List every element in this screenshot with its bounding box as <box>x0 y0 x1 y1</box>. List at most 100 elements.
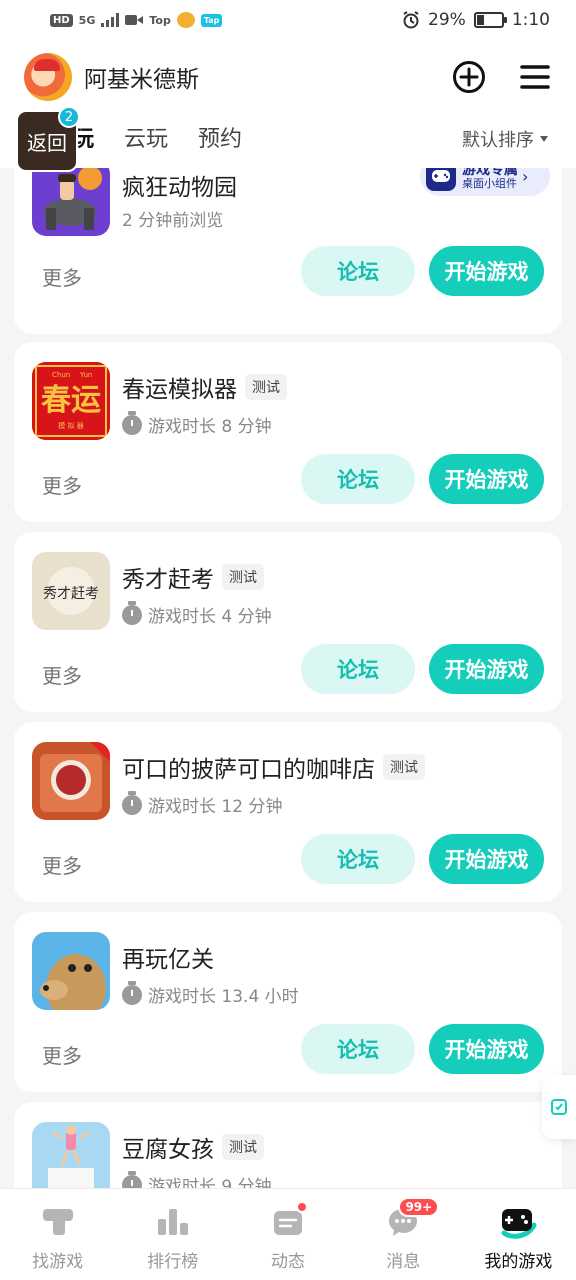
game-name[interactable]: 春运模拟器 <box>122 370 237 404</box>
game-name[interactable]: 可口的披萨可口的咖啡店 <box>122 750 375 784</box>
game-meta: 游戏时长 13.4 小时 <box>122 980 299 1007</box>
back-badge: 2 <box>58 106 80 128</box>
weibo-icon <box>176 12 195 28</box>
timer-icon <box>122 600 142 625</box>
desktop-widget-banner[interactable]: 游戏专属 桌面小组件 › <box>420 168 550 196</box>
widget-subtitle: 桌面小组件 <box>462 176 517 190</box>
battery-percent: 29% <box>428 10 466 30</box>
nav-label: 消息 <box>386 1252 421 1272</box>
game-icon-xiucai[interactable]: 秀才赶考 <box>32 552 110 630</box>
avatar[interactable] <box>24 53 72 101</box>
notification-dot <box>296 1201 308 1213</box>
game-card: 再玩亿关 游戏时长 13.4 小时 更多 论坛 开始游戏 <box>14 912 562 1092</box>
game-name[interactable]: 豆腐女孩 <box>122 1130 214 1164</box>
icon-sub-left: Chun <box>52 371 70 379</box>
icon-text: 秀才赶考 <box>43 586 99 602</box>
taptap-icon: Tap <box>200 13 223 27</box>
nav-feed[interactable]: 动态 <box>230 1189 345 1280</box>
icon-sub-right: Yun <box>79 371 92 379</box>
start-game-button[interactable]: 开始游戏 <box>429 644 544 694</box>
more-button[interactable]: 更多 <box>42 470 82 499</box>
message-badge: 99+ <box>398 1197 440 1217</box>
timer-icon <box>122 1170 142 1188</box>
forum-button[interactable]: 论坛 <box>301 454 415 504</box>
nav-find-game[interactable]: 找游戏 <box>0 1189 115 1280</box>
game-title: 秀才赶考 测试 <box>122 560 264 594</box>
tab-reserve[interactable]: 预约 <box>198 121 242 153</box>
forum-button[interactable]: 论坛 <box>301 834 415 884</box>
nav-messages[interactable]: 99+ 消息 <box>346 1189 461 1280</box>
message-icon: 99+ <box>383 1197 440 1241</box>
add-icon[interactable] <box>452 60 486 94</box>
side-float-button[interactable] <box>542 1075 576 1139</box>
test-tag: 测试 <box>245 374 287 400</box>
game-icon-zaiwan[interactable] <box>32 932 110 1010</box>
signal-icon <box>101 13 120 27</box>
game-meta: 游戏时长 4 分钟 <box>122 600 272 627</box>
back-label: 返回 <box>27 130 67 155</box>
game-title: 再玩亿关 <box>122 940 214 974</box>
play-time: 游戏时长 13.4 小时 <box>148 987 299 1007</box>
icon-text: 春运 <box>41 383 101 418</box>
timer-icon <box>122 410 142 435</box>
nav-label: 我的游戏 <box>484 1252 553 1272</box>
chevron-right-icon: › <box>522 168 529 186</box>
game-name[interactable]: 疯狂动物园 <box>122 168 237 202</box>
game-icon-spring-festival[interactable]: Chun Yun 春运 模 拟 器 <box>32 362 110 440</box>
game-name[interactable]: 再玩亿关 <box>122 940 214 974</box>
game-icon-crazy-zoo[interactable] <box>32 168 110 236</box>
battery-icon <box>473 12 507 28</box>
nav-my-games[interactable]: 我的游戏 <box>461 1189 576 1280</box>
start-game-button[interactable]: 开始游戏 <box>429 246 544 296</box>
sort-dropdown[interactable]: 默认排序 <box>462 126 548 152</box>
game-list[interactable]: 疯狂动物园 2 分钟前浏览 游戏专属 桌面小组件 › 更多 论坛 开始游戏 Ch… <box>0 168 576 1188</box>
nav-label: 排行榜 <box>147 1252 199 1272</box>
username[interactable]: 阿基米德斯 <box>84 60 199 94</box>
last-viewed: 2 分钟前浏览 <box>122 211 224 231</box>
game-meta: 游戏时长 8 分钟 <box>122 410 272 437</box>
hd-badge: HD <box>50 13 73 27</box>
timer-icon <box>122 980 142 1005</box>
play-time: 游戏时长 9 分钟 <box>148 1177 272 1188</box>
bottom-nav: 找游戏 排行榜 动态 99+ 消息 我的游戏 <box>0 1188 576 1280</box>
widget-icon <box>551 1099 567 1115</box>
nav-label: 动态 <box>271 1252 305 1272</box>
nav-ranking[interactable]: 排行榜 <box>115 1189 230 1280</box>
back-button[interactable]: 返回 2 <box>18 106 80 170</box>
game-card: 可口的披萨可口的咖啡店 测试 游戏时长 12 分钟 更多 论坛 开始游戏 <box>14 722 562 902</box>
test-tag: 测试 <box>222 1134 264 1160</box>
status-bar: HD 5G Top Tap 29% 1:10 <box>0 0 576 40</box>
play-time: 游戏时长 8 分钟 <box>148 417 272 437</box>
find-game-icon <box>38 1203 78 1241</box>
play-time: 游戏时长 12 分钟 <box>148 797 283 817</box>
tab-cloud-play[interactable]: 云玩 <box>124 121 168 153</box>
game-card: 豆腐女孩 测试 游戏时长 9 分钟 <box>14 1102 562 1188</box>
test-tag: 测试 <box>222 564 264 590</box>
caret-down-icon <box>540 136 548 142</box>
ranking-icon <box>153 1203 193 1241</box>
play-time: 游戏时长 4 分钟 <box>148 607 272 627</box>
game-title: 可口的披萨可口的咖啡店 测试 <box>122 750 425 784</box>
clock: 1:10 <box>511 10 550 30</box>
forum-button[interactable]: 论坛 <box>301 246 415 296</box>
timer-icon <box>122 790 142 815</box>
video-icon <box>125 15 144 25</box>
more-button[interactable]: 更多 <box>42 1040 82 1069</box>
status-right: 29% 1:10 <box>402 10 550 30</box>
game-title: 疯狂动物园 <box>122 168 237 202</box>
more-button[interactable]: 更多 <box>42 262 82 291</box>
more-button[interactable]: 更多 <box>42 660 82 689</box>
game-meta: 游戏时长 9 分钟 <box>122 1170 272 1188</box>
game-icon-pizza-cafe[interactable] <box>32 742 110 820</box>
test-tag: 测试 <box>383 754 425 780</box>
more-button[interactable]: 更多 <box>42 850 82 879</box>
forum-button[interactable]: 论坛 <box>301 1024 415 1074</box>
game-icon-tofu-girl[interactable] <box>32 1122 110 1188</box>
menu-icon[interactable] <box>518 60 552 94</box>
start-game-button[interactable]: 开始游戏 <box>429 834 544 884</box>
start-game-button[interactable]: 开始游戏 <box>429 454 544 504</box>
forum-button[interactable]: 论坛 <box>301 644 415 694</box>
start-game-button[interactable]: 开始游戏 <box>429 1024 544 1074</box>
game-name[interactable]: 秀才赶考 <box>122 560 214 594</box>
game-meta: 游戏时长 12 分钟 <box>122 790 283 817</box>
